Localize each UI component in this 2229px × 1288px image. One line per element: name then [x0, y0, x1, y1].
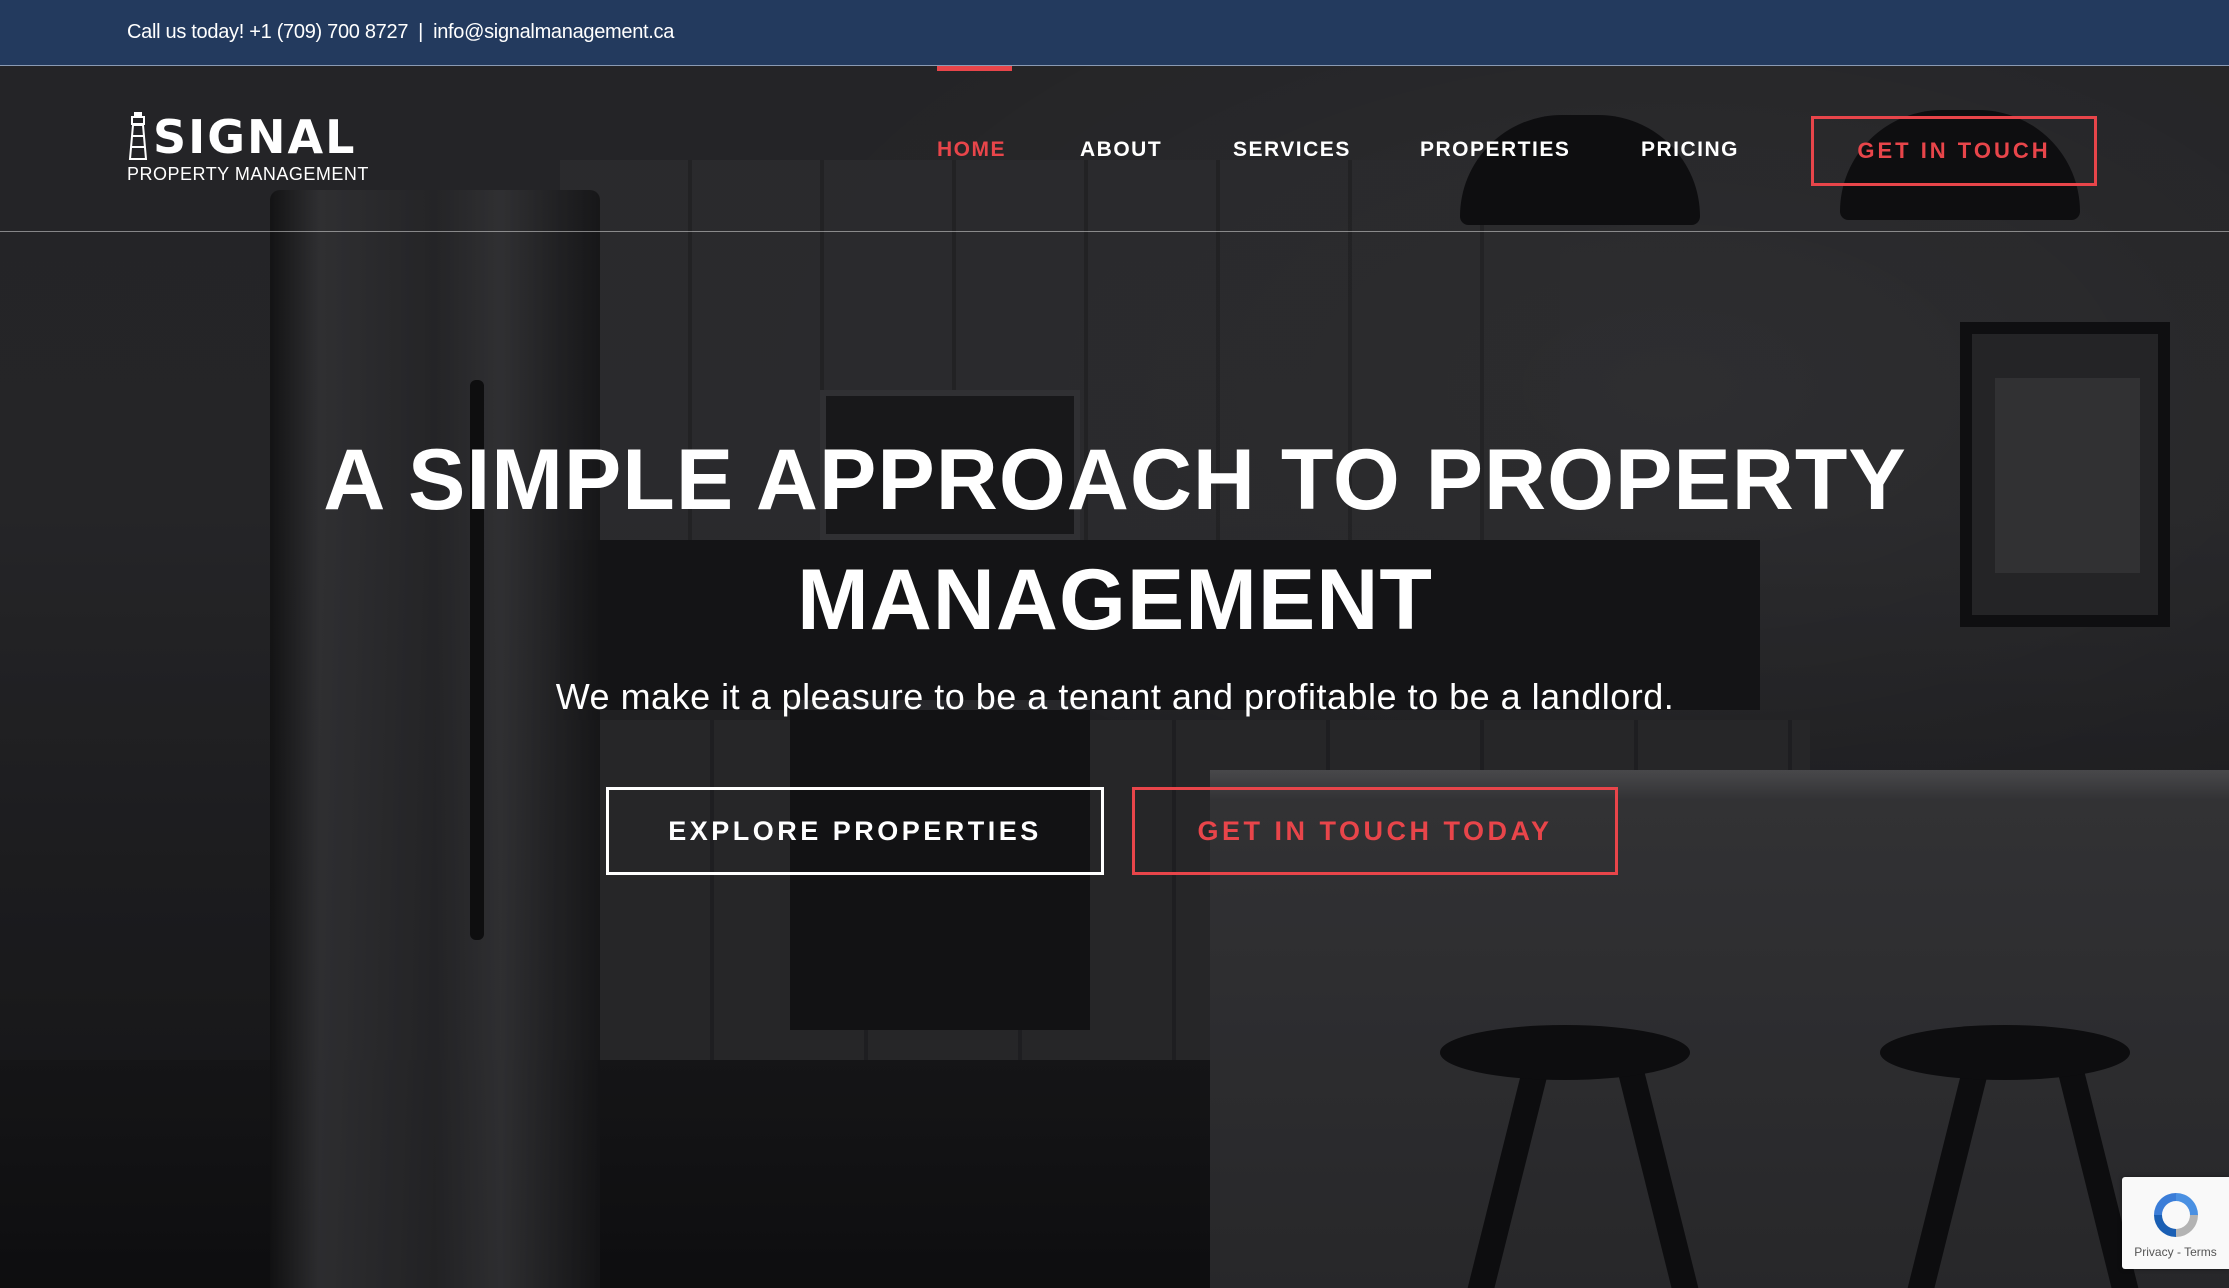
topbar-separator: |	[418, 21, 424, 43]
top-contact-bar: Call us today! +1 (709) 700 8727 | info@…	[0, 0, 2229, 66]
nav-item-pricing[interactable]: PRICING	[1641, 138, 1739, 162]
site-logo[interactable]: SIGNAL PROPERTY MANAGEMENT	[127, 110, 387, 190]
explore-properties-button[interactable]: EXPLORE PROPERTIES	[606, 787, 1104, 875]
nav-item-properties[interactable]: PROPERTIES	[1420, 138, 1570, 162]
phone-text[interactable]: Call us today! +1 (709) 700 8727	[127, 21, 408, 44]
recaptcha-links: Privacy - Terms	[2134, 1245, 2216, 1259]
email-link[interactable]: info@signalmanagement.ca	[433, 21, 674, 44]
logo-wordmark: SIGNAL	[153, 110, 357, 164]
hero-title-line2: MANAGEMENT	[797, 552, 1433, 648]
nav-active-indicator	[937, 66, 1012, 71]
nav-item-home[interactable]: HOME	[937, 138, 1006, 162]
recaptcha-privacy-link[interactable]: Privacy	[2134, 1245, 2173, 1259]
hero-title: A SIMPLE APPROACH TO PROPERTY MANAGEMENT	[200, 420, 2030, 660]
site-header: SIGNAL PROPERTY MANAGEMENT HOME ABOUT SE…	[0, 66, 2229, 232]
get-in-touch-button[interactable]: GET IN TOUCH	[1811, 116, 2097, 186]
nav-item-about[interactable]: ABOUT	[1080, 138, 1162, 162]
logo-subtitle: PROPERTY MANAGEMENT	[127, 164, 369, 184]
nav-item-services[interactable]: SERVICES	[1233, 138, 1351, 162]
hero-title-line1: A SIMPLE APPROACH TO PROPERTY	[323, 432, 1907, 528]
recaptcha-icon	[2153, 1193, 2198, 1237]
get-in-touch-today-button[interactable]: GET IN TOUCH TODAY	[1132, 787, 1618, 875]
recaptcha-badge[interactable]: Privacy - Terms	[2122, 1177, 2229, 1269]
lighthouse-icon	[128, 112, 148, 160]
recaptcha-dash: -	[2173, 1245, 2185, 1259]
hero-subtitle: We make it a pleasure to be a tenant and…	[555, 676, 1675, 717]
recaptcha-terms-link[interactable]: Terms	[2184, 1245, 2217, 1259]
